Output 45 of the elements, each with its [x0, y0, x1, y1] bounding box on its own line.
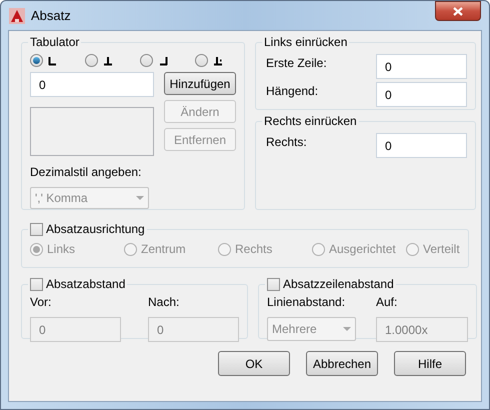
checkbox-label: Absatzabstand: [46, 276, 126, 293]
radio-label: Zentrum: [141, 241, 186, 258]
field-label: Nach:: [148, 294, 180, 311]
group-title: Rechts einrücken: [264, 114, 357, 128]
field-label: Rechts:: [266, 134, 307, 151]
checkbox-label: Absatzzeilenabstand: [283, 276, 394, 293]
group-title: Tabulator: [30, 35, 80, 49]
dialog-button[interactable]: OK: [218, 351, 290, 376]
dialog-button[interactable]: Hinzufügen: [164, 72, 236, 95]
input-field[interactable]: 0: [376, 54, 467, 79]
checkbox[interactable]: [30, 278, 43, 290]
field-label: Linienabstand:: [267, 294, 346, 311]
input-field[interactable]: 0: [376, 133, 467, 158]
field-label: Hängend:: [266, 83, 318, 100]
center-tab-icon: [103, 56, 113, 66]
radio-label: Rechts: [235, 241, 272, 258]
checkbox[interactable]: [267, 278, 280, 290]
close-icon: [453, 6, 463, 16]
radio-label: Verteilt: [423, 241, 460, 258]
window-title: Absatz: [31, 6, 71, 25]
close-button[interactable]: [435, 1, 481, 21]
dropdown-arrow-icon: [136, 196, 144, 200]
radio-label: Links: [47, 241, 76, 258]
group-title: Links einrücken: [264, 35, 348, 49]
right-tab-icon: [158, 56, 168, 66]
app-logo-icon: [9, 8, 25, 24]
radio-button[interactable]: [85, 54, 98, 67]
field-label: Vor:: [30, 294, 52, 311]
radio-button[interactable]: [195, 54, 208, 67]
field-label: Dezimalstil angeben:: [30, 164, 142, 181]
left-tab-icon: [48, 56, 58, 66]
checkbox[interactable]: [30, 222, 43, 236]
dialog-button[interactable]: Hilfe: [394, 351, 466, 376]
dialog-button[interactable]: Abbrechen: [306, 351, 378, 376]
radio-button[interactable]: [30, 54, 43, 67]
field-label: Erste Zeile:: [266, 55, 327, 72]
radio-button[interactable]: [140, 54, 153, 67]
radio-label: Ausgerichtet: [329, 241, 396, 258]
decimal-tab-icon: [213, 56, 223, 66]
dropdown-arrow-icon: [343, 327, 351, 331]
checkbox-label: Absatzausrichtung: [46, 221, 145, 238]
tab-position-field[interactable]: 0: [30, 72, 154, 97]
input-field[interactable]: 0: [376, 82, 467, 107]
field-label: Auf:: [376, 294, 398, 311]
tab-list-box[interactable]: [30, 107, 154, 156]
